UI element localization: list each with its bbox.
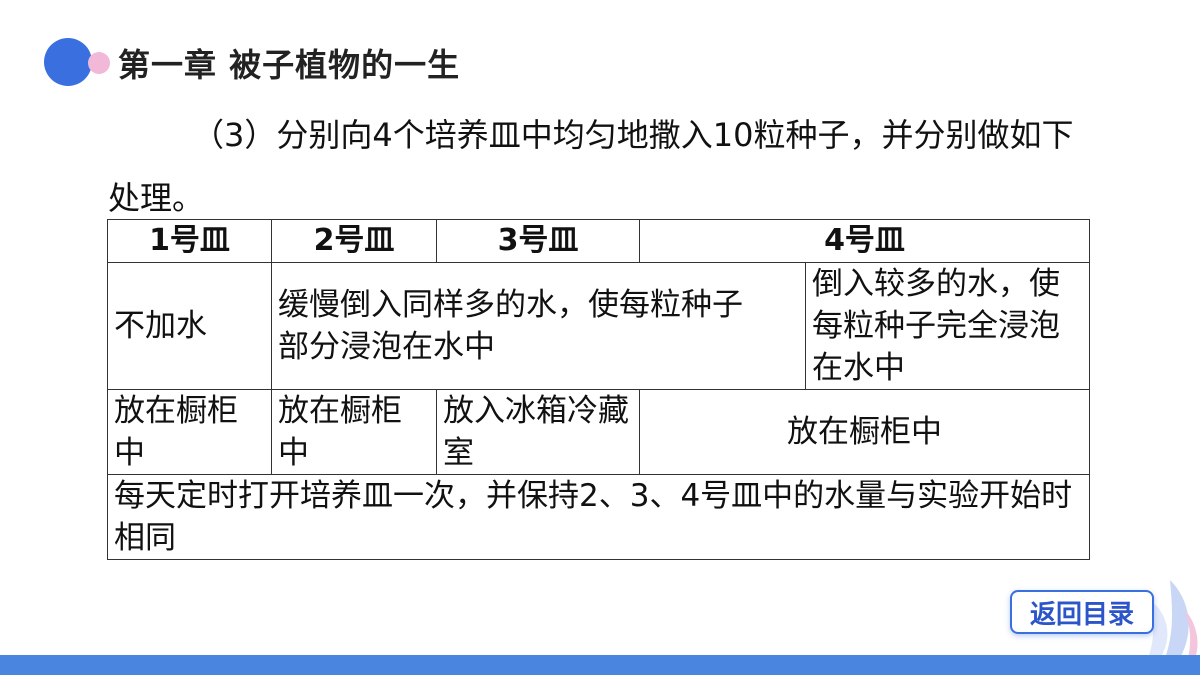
bottom-bar bbox=[0, 655, 1200, 675]
table-row-note: 每天定时打开培养皿一次，并保持2、3、4号皿中的水量与实验开始时相同 bbox=[107, 474, 1090, 560]
cell-dish1-water: 不加水 bbox=[107, 262, 272, 390]
cell-dish4-water: 倒入较多的水，使每粒种子完全浸泡在水中 bbox=[805, 262, 1090, 390]
header-dish-4: 4号皿 bbox=[639, 219, 1090, 263]
cell-dish4-place: 放在橱柜中 bbox=[639, 389, 1090, 475]
header-dish-3: 3号皿 bbox=[436, 219, 640, 263]
decor-blue-dot bbox=[44, 38, 92, 86]
cell-dish1-place: 放在橱柜中 bbox=[107, 389, 272, 475]
chapter-title: 第一章 被子植物的一生 bbox=[118, 46, 461, 84]
cell-dish2-3-water: 缓慢倒入同样多的水，使每粒种子部分浸泡在水中 bbox=[271, 262, 806, 390]
table-row-place: 放在橱柜中 放在橱柜中 放入冰箱冷藏室 放在橱柜中 bbox=[107, 389, 1090, 475]
header-dish-1: 1号皿 bbox=[107, 219, 272, 263]
return-to-contents-button[interactable]: 返回目录 bbox=[1010, 590, 1154, 634]
experiment-table: 1号皿 2号皿 3号皿 4号皿 不加水 缓慢倒入同样多的水，使每粒种子部分浸泡在… bbox=[107, 219, 1090, 560]
cell-note: 每天定时打开培养皿一次，并保持2、3、4号皿中的水量与实验开始时相同 bbox=[107, 474, 1090, 560]
cell-dish3-place: 放入冰箱冷藏室 bbox=[436, 389, 640, 475]
decor-pink-dot bbox=[88, 52, 110, 74]
header-dish-2: 2号皿 bbox=[271, 219, 437, 263]
cell-dish2-place: 放在橱柜中 bbox=[271, 389, 437, 475]
table-row-water: 不加水 缓慢倒入同样多的水，使每粒种子部分浸泡在水中 倒入较多的水，使每粒种子完… bbox=[107, 262, 1090, 390]
intro-paragraph: （3）分别向4个培养皿中均匀地撒入10粒种子，并分别做如下处理。 bbox=[108, 116, 1074, 217]
table-header-row: 1号皿 2号皿 3号皿 4号皿 bbox=[107, 219, 1090, 263]
